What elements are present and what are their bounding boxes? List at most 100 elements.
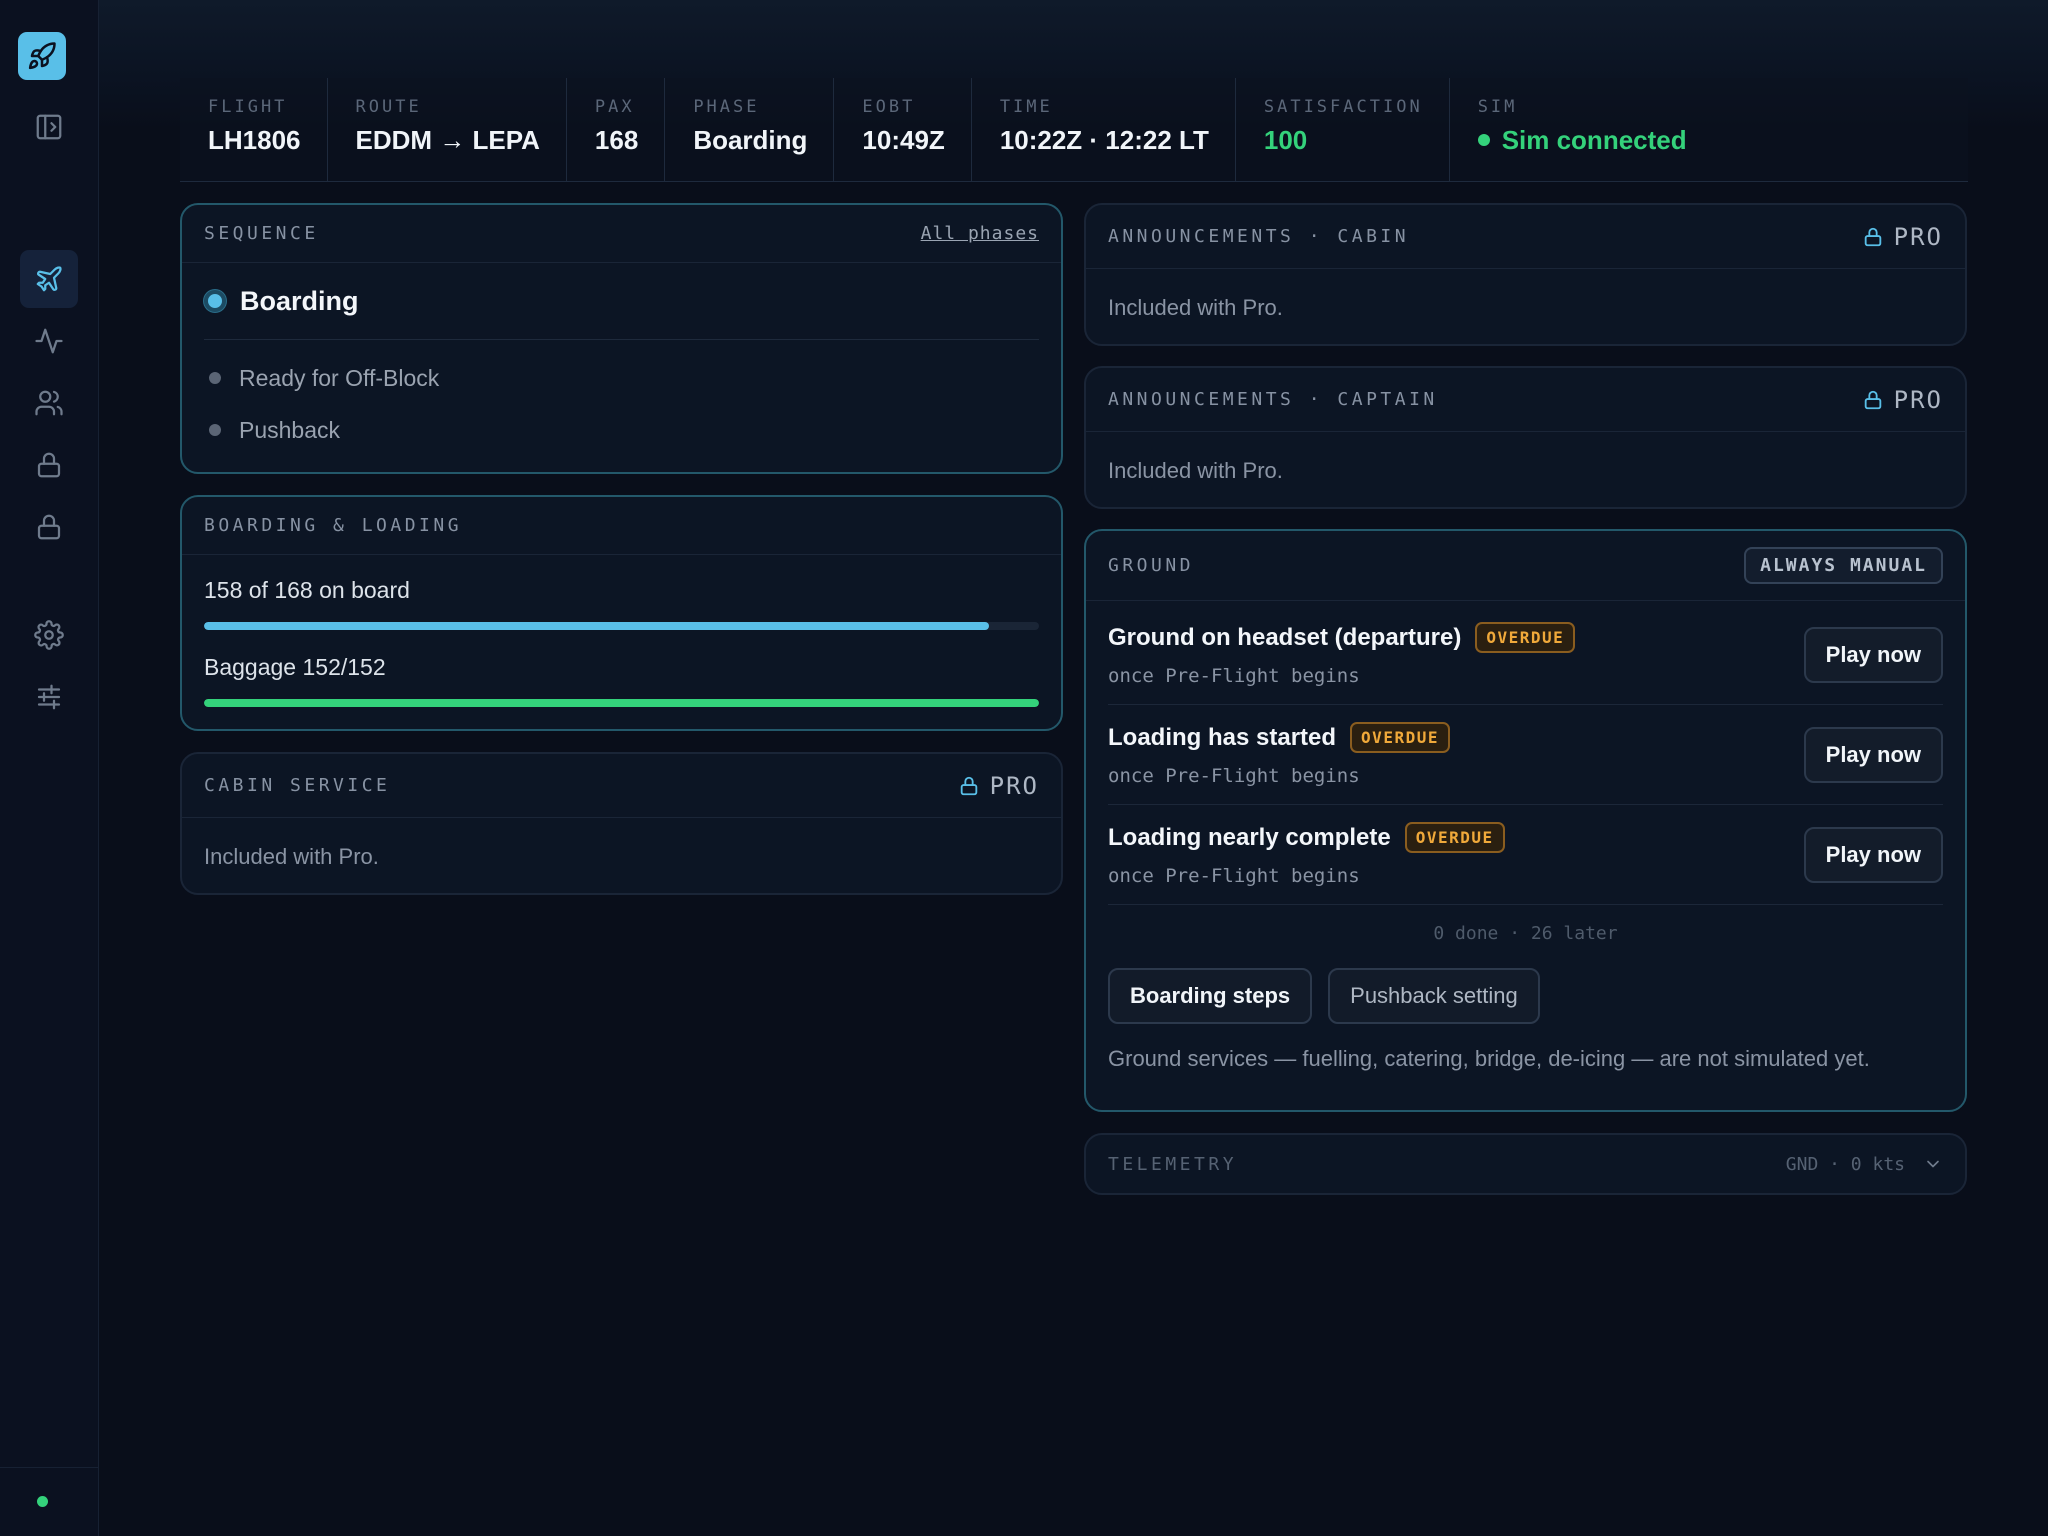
passenger-count: 158 of 168 on board: [204, 577, 410, 603]
users-icon: [35, 390, 63, 416]
pro-badge[interactable]: PRO: [958, 772, 1039, 800]
sliders-icon: [37, 684, 61, 710]
cabin-service-title: CABIN SERVICE: [204, 775, 391, 796]
sequence-card: SEQUENCE All phases Boarding Ready for O…: [180, 203, 1063, 474]
play-now-button[interactable]: Play now: [1803, 626, 1943, 683]
stat-label: PAX: [594, 97, 635, 117]
stat-label: SIM: [1477, 97, 1518, 117]
ground-event-row: Loading nearly complete OVERDUE once Pre…: [1108, 805, 1943, 905]
overdue-badge: OVERDUE: [1350, 722, 1450, 753]
chevron-down-icon[interactable]: [1923, 1154, 1943, 1174]
ground-title: GROUND: [1108, 555, 1195, 576]
stat-satisfaction: SATISFACTION 100: [1236, 78, 1450, 181]
ground-event-row: Loading has started OVERDUE once Pre-Fli…: [1108, 705, 1943, 805]
overdue-badge: OVERDUE: [1475, 622, 1576, 653]
boarding-progress-bar: [204, 622, 1039, 630]
lock-icon: [960, 776, 977, 795]
app-logo[interactable]: [18, 32, 66, 80]
sidebar-item-locked-2[interactable]: [20, 498, 78, 556]
sidebar-item-activity[interactable]: [20, 312, 78, 370]
ground-event-title: Ground on headset (departure): [1108, 623, 1462, 651]
pax-value: 168: [594, 125, 639, 155]
stat-label: ROUTE: [355, 97, 422, 117]
sidebar-divider: [0, 1467, 99, 1468]
current-phase: Boarding: [182, 263, 1061, 339]
sidebar-item-settings[interactable]: [20, 606, 78, 664]
stat-label: SATISFACTION: [1263, 97, 1423, 117]
lock-icon: [1864, 390, 1881, 409]
stat-label: FLIGHT: [208, 97, 288, 117]
announcements-cabin-header: ANNOUNCEMENTS · CABIN PRO: [1086, 205, 1965, 269]
ground-event-trigger: once Pre-Flight begins: [1108, 765, 1360, 787]
pro-note: Included with Pro.: [1108, 295, 1283, 320]
pro-note: Included with Pro.: [204, 844, 379, 869]
telemetry-summary-group: GND · 0 kts: [1786, 1154, 1943, 1175]
activity-icon: [35, 328, 63, 354]
all-phases-link[interactable]: All phases: [921, 223, 1039, 244]
connection-status-dot: [37, 1496, 48, 1507]
ground-header: GROUND ALWAYS MANUAL: [1086, 531, 1965, 601]
announcements-cabin-card: ANNOUNCEMENTS · CABIN PRO Included with …: [1084, 203, 1967, 346]
sidebar-item-crew[interactable]: [20, 374, 78, 432]
current-phase-dot: [204, 290, 226, 312]
play-now-button[interactable]: Play now: [1803, 726, 1943, 783]
sequence-title: SEQUENCE: [204, 223, 319, 244]
stat-pax: PAX 168: [567, 78, 666, 181]
ground-event-trigger: once Pre-Flight begins: [1108, 665, 1360, 687]
telemetry-card[interactable]: TELEMETRY GND · 0 kts: [1084, 1133, 1967, 1195]
baggage-progress-fill: [204, 699, 1039, 707]
boarding-header: BOARDING & LOADING: [182, 497, 1061, 555]
cabin-service-card: CABIN SERVICE PRO Included with Pro.: [180, 752, 1063, 895]
ground-event-title-line: Ground on headset (departure) OVERDUE: [1108, 622, 1576, 653]
phase-item: Ready for Off-Block: [182, 352, 1061, 404]
overdue-badge: OVERDUE: [1404, 822, 1505, 853]
ground-event-info: Ground on headset (departure) OVERDUE on…: [1108, 622, 1576, 687]
ground-event-info: Loading nearly complete OVERDUE once Pre…: [1108, 822, 1505, 887]
always-manual-badge: ALWAYS MANUAL: [1744, 547, 1943, 584]
lock-icon: [1864, 227, 1881, 246]
boarding-progress-fill: [204, 622, 989, 630]
time-value: 10:22Z · 12:22 LT: [999, 125, 1209, 155]
announcements-captain-header: ANNOUNCEMENTS · CAPTAIN PRO: [1086, 368, 1965, 432]
ground-actions: Boarding steps Pushback setting: [1086, 968, 1965, 1024]
stat-flight: FLIGHT LH1806: [180, 78, 328, 181]
pro-badge[interactable]: PRO: [1862, 386, 1943, 414]
phase-value: Boarding: [693, 125, 808, 155]
baggage-progress-bar: [204, 699, 1039, 707]
flight-status-bar: FLIGHT LH1806 ROUTE EDDM → LEPA PAX 168 …: [180, 78, 1968, 182]
rocket-icon: [28, 42, 56, 70]
ground-event-info: Loading has started OVERDUE once Pre-Fli…: [1108, 722, 1450, 787]
sidebar-item-adjust[interactable]: [20, 668, 78, 726]
lock-icon: [37, 452, 61, 478]
announcements-captain-title: ANNOUNCEMENTS · CAPTAIN: [1108, 389, 1438, 410]
ground-services-note: Ground services — fuelling, catering, br…: [1108, 1046, 1870, 1071]
plane-icon: [36, 266, 62, 292]
ground-event-title: Loading has started: [1108, 723, 1337, 751]
current-phase-label: Boarding: [240, 285, 359, 316]
sequence-header: SEQUENCE All phases: [182, 205, 1061, 263]
stat-eobt: EOBT 10:49Z: [834, 78, 972, 181]
sidebar-toggle-icon: [36, 114, 62, 140]
sidebar-toggle-button[interactable]: [20, 98, 78, 156]
pro-label: PRO: [1893, 385, 1943, 414]
baggage-count: Baggage 152/152: [204, 654, 386, 680]
ground-event-title: Loading nearly complete: [1108, 823, 1391, 851]
telemetry-header[interactable]: TELEMETRY GND · 0 kts: [1086, 1135, 1965, 1193]
route-value: EDDM → LEPA: [355, 125, 540, 155]
sim-status-text: Sim connected: [1501, 125, 1687, 155]
phase-dot: [209, 372, 221, 384]
sim-status: Sim connected: [1477, 125, 1687, 156]
phase-label: Pushback: [239, 416, 341, 443]
play-now-button[interactable]: Play now: [1803, 826, 1943, 883]
stat-label: PHASE: [693, 97, 760, 117]
ground-event-title-line: Loading nearly complete OVERDUE: [1108, 822, 1505, 853]
pro-badge[interactable]: PRO: [1862, 223, 1943, 251]
pushback-setting-button[interactable]: Pushback setting: [1328, 968, 1540, 1024]
phase-item: Pushback: [182, 404, 1061, 456]
stat-label: TIME: [999, 97, 1053, 117]
sidebar-item-flight[interactable]: [20, 250, 78, 308]
sidebar-item-locked-1[interactable]: [20, 436, 78, 494]
flight-number: LH1806: [208, 125, 301, 155]
boarding-steps-button[interactable]: Boarding steps: [1108, 968, 1313, 1024]
ground-event-counts: 0 done · 26 later: [1433, 923, 1618, 944]
